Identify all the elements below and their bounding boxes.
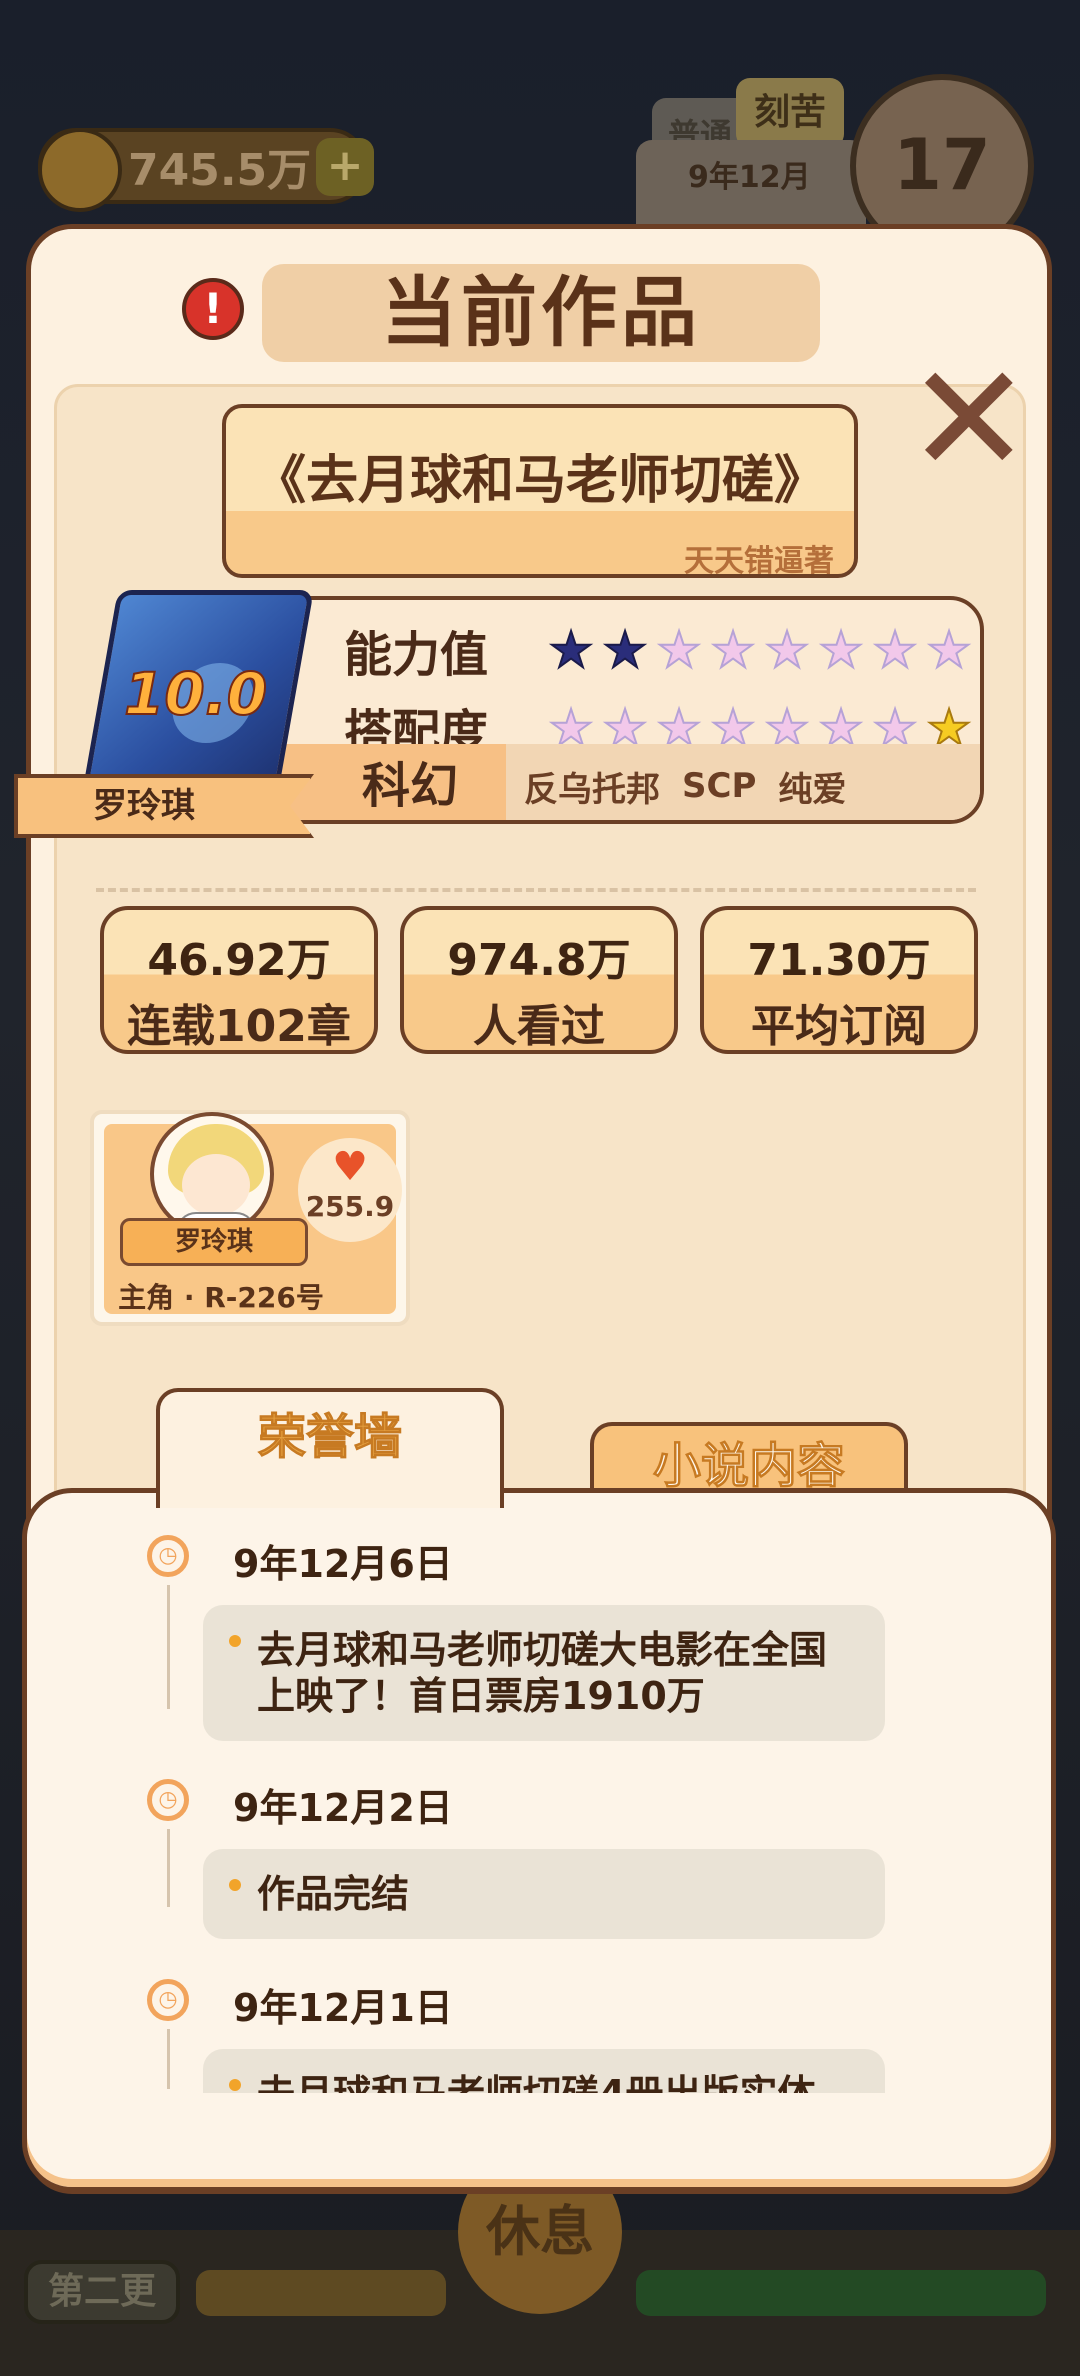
navy-star-icon: ★ bbox=[602, 621, 649, 679]
metric-label: 平均订阅 bbox=[751, 1001, 927, 1052]
novel-author: 天天错逼著 bbox=[684, 544, 834, 579]
pink-star-icon: ★ bbox=[656, 621, 703, 679]
timeline-scroll[interactable]: ◷ 9年12月6日 去月球和马老师切磋大电影在全国上映了！首日票房1910万 ◷… bbox=[27, 1493, 1051, 2093]
timeline-card: 作品完结 bbox=[203, 1849, 885, 1939]
stats-box: 能力值 ★★★★★★★★★ 搭配度 ★★★★★★★★★ 科幻 反乌托邦 SCP … bbox=[270, 596, 984, 824]
timeline-text: 作品完结 bbox=[257, 1872, 410, 1916]
clock-icon: ◷ bbox=[147, 1979, 189, 2021]
genre-tag: 反乌托邦 bbox=[524, 769, 660, 810]
bullet-dot bbox=[229, 1635, 241, 1647]
bullet-dot bbox=[229, 1879, 241, 1891]
divider bbox=[96, 888, 976, 892]
close-button[interactable]: ✕ bbox=[906, 345, 1032, 495]
mode-hardwork-tag[interactable]: 刻苦 bbox=[736, 78, 844, 148]
genre-tag: SCP bbox=[682, 766, 757, 806]
metric-label: 连载102章 bbox=[127, 1001, 351, 1052]
timeline-date: 9年12月2日 bbox=[233, 1786, 453, 1830]
second-update-button[interactable]: 第二更 bbox=[24, 2260, 180, 2324]
affection-value: 255.9 bbox=[305, 1190, 395, 1223]
character-name: 罗玲琪 bbox=[120, 1218, 308, 1266]
character-card[interactable]: ♥ 255.9 罗玲琪 主角 · R-226号 bbox=[90, 1110, 410, 1326]
metric-value: 46.92万 bbox=[147, 935, 331, 986]
progress-bar-right bbox=[636, 2270, 1046, 2316]
alert-icon[interactable]: ! bbox=[182, 278, 244, 340]
dialog-title: 当前作品 bbox=[262, 264, 820, 362]
tab-honor-wall[interactable]: 荣誉墙 bbox=[156, 1388, 504, 1508]
progress-bar-left bbox=[196, 2270, 446, 2316]
timeline-text: 去月球和马老师切磋大电影在全国上映了！首日票房1910万 bbox=[257, 1628, 828, 1718]
navy-star-icon: ★ bbox=[548, 621, 595, 679]
character-card-inner: ♥ 255.9 罗玲琪 主角 · R-226号 bbox=[104, 1112, 402, 1314]
clock-icon: ◷ bbox=[147, 1535, 189, 1577]
clock-icon: ◷ bbox=[147, 1779, 189, 1821]
timeline-card: 去月球和马老师切磋大电影在全国上映了！首日票房1910万 bbox=[203, 1605, 885, 1741]
protagonist-ribbon: 罗玲琪 bbox=[14, 774, 314, 838]
metric-views: 974.8万 人看过 bbox=[400, 906, 678, 1054]
genre-row: 科幻 反乌托邦 SCP 纯爱 bbox=[274, 744, 980, 820]
metric-label: 人看过 bbox=[473, 1001, 605, 1052]
pink-star-icon: ★ bbox=[764, 621, 811, 679]
novel-title: 《去月球和马老师切磋》 bbox=[253, 451, 826, 511]
coin-counter: 745.5万 + bbox=[38, 128, 374, 212]
add-coins-button[interactable]: + bbox=[316, 138, 374, 196]
pink-star-icon: ★ bbox=[818, 621, 865, 679]
timeline-text: 去月球和马老师切磋4册出版实体 bbox=[257, 2072, 815, 2093]
metric-subscriptions: 71.30万 平均订阅 bbox=[700, 906, 978, 1054]
bullet-dot bbox=[229, 2079, 241, 2091]
coin-icon bbox=[38, 128, 122, 212]
metric-word-count: 46.92万 连载102章 bbox=[100, 906, 378, 1054]
timeline-card: 去月球和马老师切磋4册出版实体 bbox=[203, 2049, 885, 2093]
ability-row: 能力值 ★★★★★★★★★ bbox=[344, 612, 981, 688]
ability-stars: ★★★★★★★★★ bbox=[544, 621, 981, 679]
pink-star-icon: ★ bbox=[926, 621, 973, 679]
affection-badge: ♥ 255.9 bbox=[298, 1138, 402, 1242]
pink-star-icon: ★ bbox=[710, 621, 757, 679]
timeline-date: 9年12月6日 bbox=[233, 1542, 453, 1586]
timeline-panel: ◷ 9年12月6日 去月球和马老师切磋大电影在全国上映了！首日票房1910万 ◷… bbox=[22, 1488, 1056, 2192]
ability-label: 能力值 bbox=[344, 627, 489, 683]
timeline-line bbox=[167, 1585, 170, 1709]
book-score: 10.0 bbox=[123, 659, 268, 729]
avatar-face bbox=[182, 1154, 250, 1216]
pink-star-icon: ★ bbox=[872, 621, 919, 679]
timeline-line bbox=[167, 2029, 170, 2089]
timeline-line bbox=[167, 1829, 170, 1907]
novel-title-card: 《去月球和马老师切磋》 天天错逼著 bbox=[222, 404, 858, 579]
genre-tags: 反乌托邦 SCP 纯爱 bbox=[524, 744, 847, 820]
coin-amount: 745.5万 bbox=[128, 145, 312, 196]
genre-main: 科幻 bbox=[274, 744, 506, 820]
metric-value: 71.30万 bbox=[747, 935, 931, 986]
metric-value: 974.8万 bbox=[447, 935, 631, 986]
timeline-date: 9年12月1日 bbox=[233, 1986, 453, 2030]
heart-icon: ♥ bbox=[332, 1144, 368, 1190]
genre-tag: 纯爱 bbox=[778, 769, 847, 810]
pink-star-icon: ★ bbox=[976, 622, 981, 678]
character-role: 主角 · R-226号 bbox=[118, 1281, 324, 1314]
